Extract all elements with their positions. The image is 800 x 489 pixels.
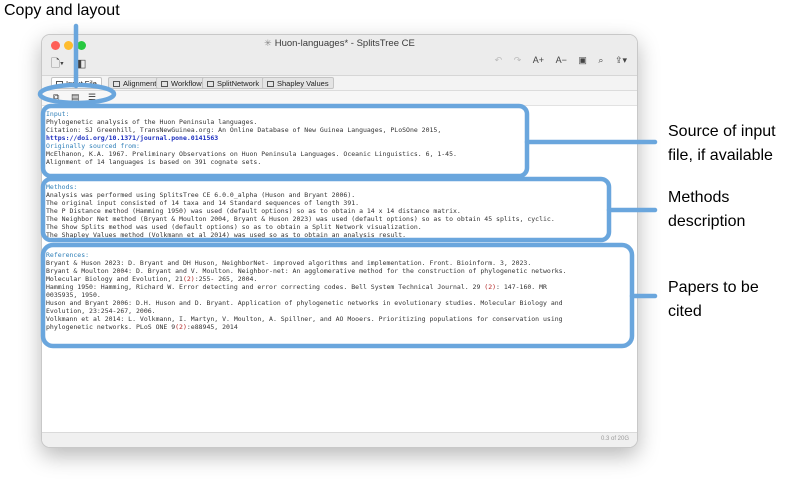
highlight-input-section <box>40 103 530 179</box>
highlight-methods-section <box>40 176 612 243</box>
annotation-overlay <box>37 23 658 349</box>
highlight-references-section <box>40 242 635 349</box>
